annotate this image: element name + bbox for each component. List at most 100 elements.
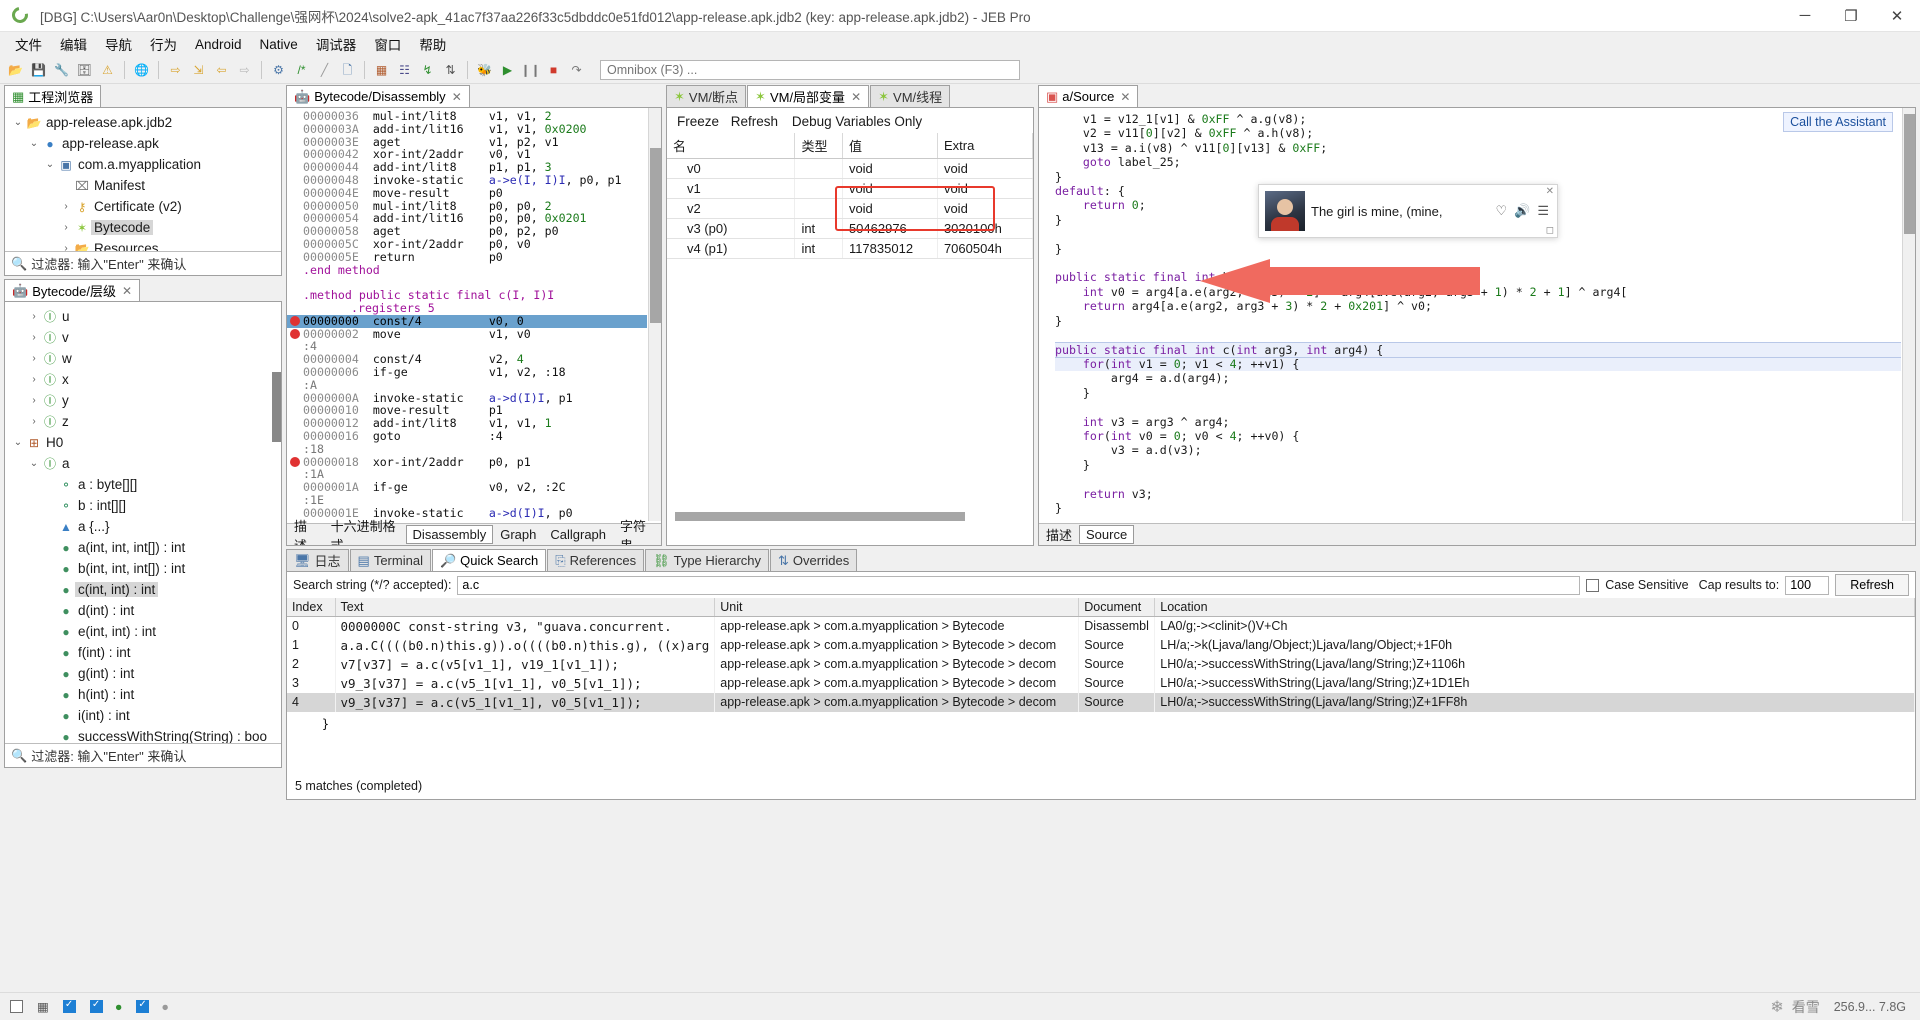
speaker-icon[interactable]: 🔊: [1514, 203, 1530, 219]
tree-node[interactable]: ⚬a : byte[][]: [7, 474, 281, 495]
tree-node[interactable]: ⌄Ⓘa: [7, 453, 281, 474]
tree-node[interactable]: ›✶Bytecode: [7, 217, 281, 238]
table-row[interactable]: 4v9_3[v37] = a.c(v5_1[v1_1], v0_5[v1_1])…: [287, 693, 1915, 712]
grid-icon[interactable]: ▦: [37, 999, 49, 1014]
chevron-right-icon[interactable]: ›: [27, 395, 41, 406]
table-row[interactable]: v4 (p1)int1178350127060504h: [667, 239, 1033, 259]
call-assistant-button[interactable]: Call the Assistant: [1783, 112, 1893, 132]
chevron-down-icon[interactable]: ⌄: [43, 159, 57, 170]
code-line[interactable]: .end method: [287, 264, 647, 277]
goto-icon[interactable]: ⇨: [165, 59, 186, 80]
menu-item-action[interactable]: 行为: [141, 32, 186, 56]
tree-node[interactable]: ›⚷Certificate (v2): [7, 196, 281, 217]
source-line[interactable]: }: [1055, 170, 1901, 184]
table-row[interactable]: v1voidvoid: [667, 179, 1033, 199]
search-results-table[interactable]: Index Text Unit Document Location 000000…: [287, 598, 1915, 712]
disassembly-scrollbar-thumb[interactable]: [650, 148, 661, 323]
close-icon[interactable]: ✕: [1120, 90, 1130, 104]
chevron-right-icon[interactable]: ›: [27, 311, 41, 322]
source-line[interactable]: v1 = v12_1[v1] & 0xFF ^ a.g(v8);: [1055, 112, 1901, 126]
source-line[interactable]: }: [1055, 242, 1901, 256]
source-line[interactable]: public static final int b(int arg2, int …: [1055, 270, 1901, 284]
project-filter-input[interactable]: 过滤器: 输入"Enter" 来确认: [31, 254, 186, 273]
hierarchy-scrollbar[interactable]: [272, 372, 281, 442]
code-line[interactable]: 0000001A if-gev0, v2, :2C: [287, 481, 647, 494]
freeze-button[interactable]: Freeze: [677, 114, 719, 129]
pause-icon[interactable]: ❙❙: [520, 59, 541, 80]
tree-node[interactable]: ⌄📂app-release.apk.jdb2: [7, 112, 281, 133]
chevron-right-icon[interactable]: ›: [27, 353, 41, 364]
breakpoint-icon[interactable]: [287, 329, 303, 339]
hierarchy-tree[interactable]: ›Ⓘu›Ⓘv›Ⓘw›Ⓘx›Ⓘy›Ⓘz⌄⊞H0⌄Ⓘa⚬a : byte[][]⚬b…: [5, 302, 281, 744]
menu-item-window[interactable]: 窗口: [365, 32, 410, 56]
chevron-right-icon[interactable]: ›: [27, 416, 41, 427]
table-row[interactable]: 00000000C const-string v3, "guava.concur…: [287, 617, 1915, 636]
tree-node[interactable]: ⌄⊞H0: [7, 432, 281, 453]
goto-ref-icon[interactable]: ⇲: [188, 59, 209, 80]
table-row[interactable]: 3v9_3[v37] = a.c(v5_1[v1_1], v0_5[v1_1])…: [287, 674, 1915, 693]
hierarchy-filter-input[interactable]: 过滤器: 输入"Enter" 来确认: [31, 746, 186, 765]
minimize-button[interactable]: ─: [1782, 0, 1828, 32]
tab-terminal[interactable]: ▤Terminal: [350, 549, 431, 571]
subtab-Graph[interactable]: Graph: [493, 525, 543, 544]
tree-node[interactable]: ⚬b : int[][]: [7, 495, 281, 516]
sort-icon[interactable]: ⇅: [440, 59, 461, 80]
open-folder-icon[interactable]: 📂: [5, 59, 26, 80]
subtab-字符串[interactable]: 字符串: [613, 514, 661, 547]
tab-references[interactable]: ⎘References: [547, 549, 644, 571]
decompile-icon[interactable]: ⚙: [268, 59, 289, 80]
wrench-icon[interactable]: 🔧: [51, 59, 72, 80]
menu-item-edit[interactable]: 编辑: [51, 32, 96, 56]
menu-item-help[interactable]: 帮助: [410, 32, 455, 56]
tree-node[interactable]: ●h(int) : int: [7, 684, 281, 705]
source-line[interactable]: int v3 = arg3 ^ arg4;: [1055, 415, 1901, 429]
table-row[interactable]: v3 (p0)int504629763020100h: [667, 219, 1033, 239]
close-icon[interactable]: ✕: [1546, 186, 1554, 197]
menu-item-native[interactable]: Native: [251, 35, 307, 54]
tree-node[interactable]: ›Ⓘw: [7, 348, 281, 369]
source-line[interactable]: return v3;: [1055, 487, 1901, 501]
step-icon[interactable]: ↷: [566, 59, 587, 80]
export-icon[interactable]: 🗄: [74, 59, 95, 80]
chevron-down-icon[interactable]: ⌄: [11, 437, 25, 448]
source-line[interactable]: v3 = a.d(v3);: [1055, 443, 1901, 457]
source-line[interactable]: }: [1055, 386, 1901, 400]
close-icon[interactable]: ✕: [122, 284, 132, 298]
warning-icon[interactable]: ⚠: [97, 59, 118, 80]
tree-node[interactable]: ⌄▣com.a.myapplication: [7, 154, 281, 175]
subtab-描述[interactable]: 描述: [287, 514, 324, 547]
tab-a-source[interactable]: ▣ a/Source ✕: [1038, 85, 1138, 107]
disassembly-scrollbar-track[interactable]: [648, 108, 661, 521]
variables-table[interactable]: 名 类型 值 Extra v0voidvoidv1voidvoidv2voidv…: [667, 133, 1033, 259]
grid-icon[interactable]: ▦: [371, 59, 392, 80]
source-line[interactable]: for(int v0 = 0; v0 < 4; ++v0) {: [1055, 429, 1901, 443]
source-line[interactable]: [1055, 256, 1901, 270]
source-line[interactable]: return arg4[a.e(arg2, arg3 + 3) * 2 + 0x…: [1055, 299, 1901, 313]
assistant-popup[interactable]: The girl is mine, (mine, ♡ 🔊 ☰ ✕ ◻: [1258, 184, 1558, 238]
tree-node[interactable]: ›Ⓘx: [7, 369, 281, 390]
chevron-right-icon[interactable]: ›: [59, 201, 73, 212]
source-line[interactable]: [1055, 472, 1901, 486]
subtab-描述[interactable]: 描述: [1039, 523, 1079, 546]
close-icon[interactable]: ✕: [851, 90, 861, 104]
source-line[interactable]: [1055, 400, 1901, 414]
tree-node[interactable]: ●successWithString(String) : boo: [7, 726, 281, 744]
omnibox-input[interactable]: [600, 60, 1020, 80]
comment-icon[interactable]: /*: [291, 59, 312, 80]
close-button[interactable]: ✕: [1874, 0, 1920, 32]
tab-quick-search[interactable]: 🔎Quick Search: [432, 549, 546, 571]
subtab-Source[interactable]: Source: [1079, 525, 1134, 544]
list-icon[interactable]: ☰: [1537, 203, 1549, 219]
chevron-right-icon[interactable]: ›: [27, 332, 41, 343]
hierarchy-icon[interactable]: ↯: [417, 59, 438, 80]
disassembly-code[interactable]: 00000036 mul-int/lit8v1, v1, 20000003A a…: [287, 110, 647, 521]
tab-type-hierarchy[interactable]: ⛓Type Hierarchy: [645, 549, 769, 571]
subtab-Disassembly[interactable]: Disassembly: [406, 525, 494, 544]
graph-icon[interactable]: ☷: [394, 59, 415, 80]
source-line[interactable]: int v0 = arg4[a.e(arg2, arg3) * 2] ^ arg…: [1055, 285, 1901, 299]
tree-node[interactable]: ›Ⓘz: [7, 411, 281, 432]
table-row[interactable]: v2voidvoid: [667, 199, 1033, 219]
tree-node[interactable]: ⌧Manifest: [7, 175, 281, 196]
search-input[interactable]: [457, 576, 1580, 595]
source-line[interactable]: arg4 = a.d(arg4);: [1055, 371, 1901, 385]
